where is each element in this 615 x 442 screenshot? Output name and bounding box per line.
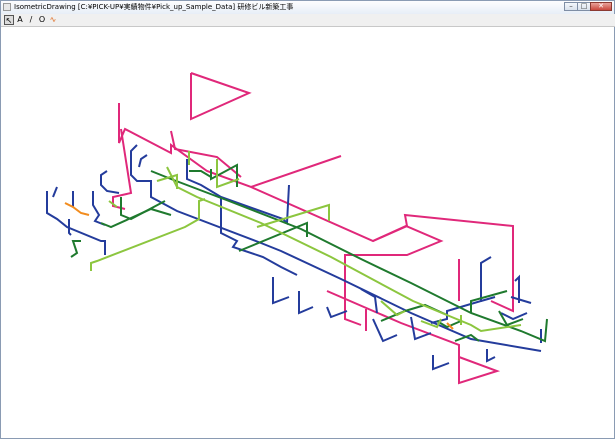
- circle-icon: O: [38, 15, 46, 24]
- pipe-tool-button[interactable]: ∿: [48, 15, 58, 25]
- pipe-magenta-2[interactable]: [118, 103, 342, 189]
- app-window: IsometricDrawing [C:¥PICK-UP¥実績物件¥Pick_u…: [0, 0, 615, 439]
- pipe-magenta-5[interactable]: [250, 186, 444, 326]
- pipe-blue-2[interactable]: [46, 191, 106, 255]
- pipe-blue-5[interactable]: [92, 191, 106, 226]
- pipe-blue-6[interactable]: [100, 170, 120, 194]
- window-controls: – □ ✕: [564, 2, 612, 12]
- pipe-magenta-1[interactable]: [190, 72, 252, 121]
- minimize-button[interactable]: –: [564, 2, 578, 11]
- pipe-blue-11[interactable]: [272, 277, 290, 305]
- isometric-drawing: [46, 72, 548, 385]
- app-icon: [3, 3, 11, 11]
- line-icon: /: [29, 15, 33, 24]
- text-icon: A: [17, 15, 23, 24]
- window-title: IsometricDrawing [C:¥PICK-UP¥実績物件¥Pick_u…: [14, 3, 294, 11]
- pipe-orange-1[interactable]: [64, 202, 90, 216]
- pipe-green-2[interactable]: [100, 207, 172, 229]
- pipe-blue-8[interactable]: [138, 154, 148, 168]
- drawing-canvas[interactable]: [1, 27, 614, 438]
- title-bar[interactable]: IsometricDrawing [C:¥PICK-UP¥実績物件¥Pick_u…: [1, 1, 614, 15]
- pipe-blue-15[interactable]: [372, 318, 398, 343]
- pipe-icon: ∿: [49, 15, 57, 24]
- pipe-blue-12[interactable]: [298, 291, 314, 315]
- pipe-blue-19[interactable]: [432, 355, 450, 371]
- pointer-tool-button[interactable]: ↖: [4, 15, 14, 25]
- close-button[interactable]: ✕: [590, 2, 612, 11]
- pipe-blue-3[interactable]: [52, 186, 58, 198]
- maximize-button[interactable]: □: [577, 2, 591, 11]
- arrow-cursor-icon: ↖: [5, 16, 13, 25]
- pipe-blue-7[interactable]: [68, 219, 72, 236]
- line-tool-button[interactable]: /: [26, 15, 36, 25]
- pipe-blue-1[interactable]: [130, 144, 542, 352]
- circle-tool-button[interactable]: O: [37, 15, 47, 25]
- pipe-blue-20[interactable]: [486, 349, 496, 363]
- toolbar: ↖ A / O ∿: [1, 14, 615, 27]
- pipe-green-4[interactable]: [70, 240, 81, 258]
- pipe-blue-22[interactable]: [500, 312, 528, 321]
- pipe-magenta-6[interactable]: [372, 213, 514, 313]
- text-tool-button[interactable]: A: [15, 15, 25, 25]
